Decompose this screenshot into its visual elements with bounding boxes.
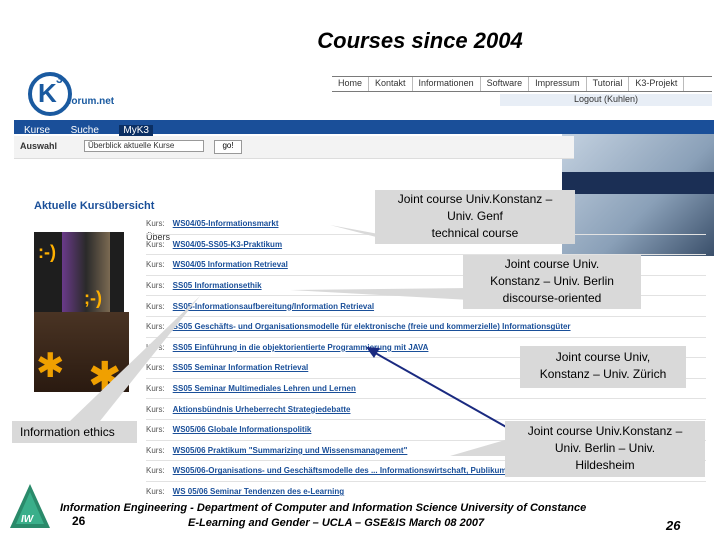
callout-line: Konstanz – Univ. Zürich [539,367,667,381]
callout-line: Hildesheim [575,458,635,472]
arrow-line [369,349,509,429]
callout-information-ethics: Information ethics [12,421,137,443]
callout-2-tail [290,288,470,300]
callout-line: Univ. Genf [447,209,503,223]
callout-line: Univ. Berlin – Univ. [554,441,656,455]
callout-genf: Joint course Univ.Konstanz – Univ. Genf … [375,190,575,244]
callout-line: Joint course Univ. [504,257,600,271]
callout-line: discourse-oriented [502,291,602,305]
page-number-right: 26 [666,518,681,533]
arrow-head-icon [366,347,380,358]
svg-text:IW: IW [21,514,35,525]
callout-line: Konstanz – Univ. Berlin [490,274,614,288]
footer-event: E-Learning and Gender – UCLA – GSE&IS Ma… [188,517,485,529]
callout-zurich: Joint course Univ, Konstanz – Univ. Züri… [520,346,686,388]
callout-line: Joint course Univ, [555,350,651,364]
iwk-logo-icon: IW [10,484,50,528]
callout-4-tail [70,296,200,421]
callout-line: Joint course Univ.Konstanz – [527,424,683,438]
callout-5-tail [450,440,505,456]
page-number-left: 26 [72,514,86,528]
callout-hildesheim: Joint course Univ.Konstanz – Univ. Berli… [505,421,705,477]
footer-institution: Information Engineering - Department of … [60,502,587,514]
callout-line: Joint course Univ.Konstanz – [397,192,553,206]
callout-line: technical course [431,226,519,240]
callout-berlin: Joint course Univ. Konstanz – Univ. Berl… [463,255,641,309]
